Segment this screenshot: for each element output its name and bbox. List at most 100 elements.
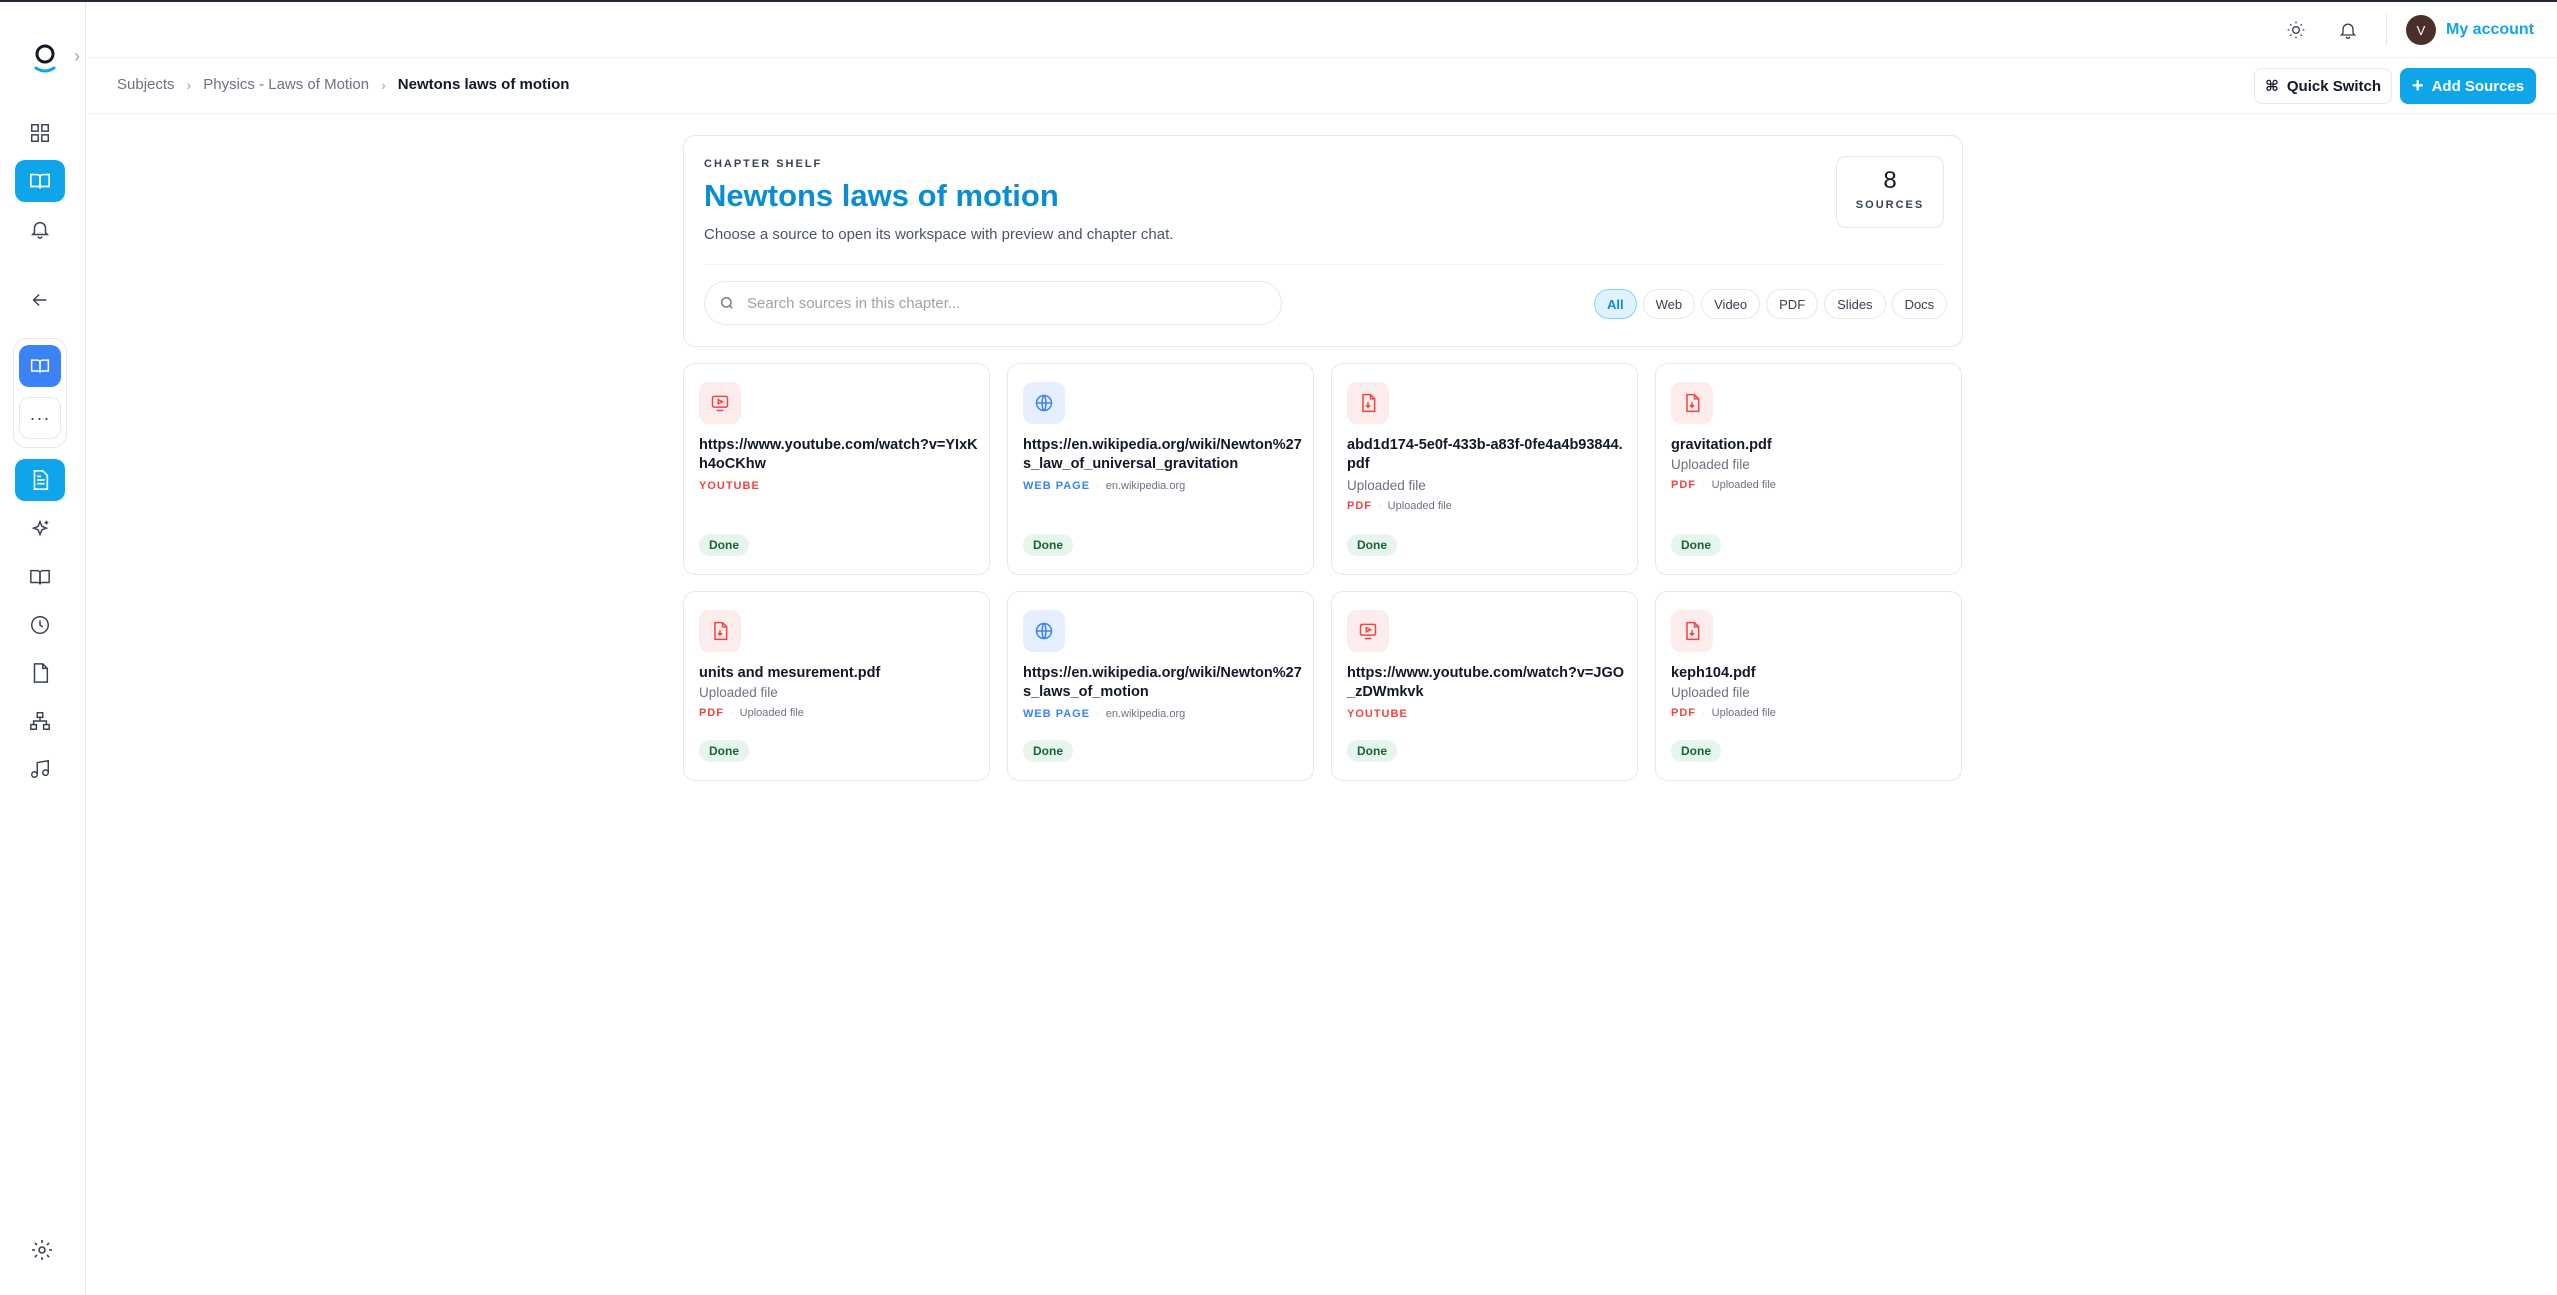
- source-card[interactable]: https://www.youtube.com/watch?v=YIxKh4oC…: [683, 363, 990, 575]
- filter-chip-all[interactable]: All: [1594, 289, 1637, 319]
- quick-switch-button[interactable]: ⌘ Quick Switch: [2254, 68, 2392, 104]
- sidebar-mindmap-button[interactable]: [15, 700, 65, 742]
- source-meta: YOUTUBE: [699, 480, 760, 492]
- grid-icon: [31, 124, 49, 142]
- source-origin: Uploaded file: [699, 685, 778, 700]
- meta-separator: ·: [1096, 708, 1100, 720]
- sidebar-current-subject-button[interactable]: [19, 345, 61, 387]
- filter-chip-video[interactable]: Video: [1701, 289, 1761, 319]
- source-type: PDF: [1347, 500, 1372, 512]
- sidebar-sources-button[interactable]: [15, 459, 65, 501]
- source-meta: PDF · Uploaded file: [1671, 707, 1776, 719]
- sidebar-ai-button[interactable]: [15, 508, 65, 550]
- pdf-icon: [1347, 382, 1389, 424]
- breadcrumb-current: Newtons laws of motion: [397, 76, 570, 93]
- panel-divider: [704, 264, 1944, 265]
- filter-chip-pdf[interactable]: PDF: [1766, 289, 1819, 319]
- source-name: https://en.wikipedia.org/wiki/Newton%27s…: [1023, 437, 1302, 472]
- sidebar-more-button[interactable]: ···: [19, 397, 61, 439]
- source-card[interactable]: https://en.wikipedia.org/wiki/Newton%27s…: [1007, 363, 1314, 575]
- source-card[interactable]: gravitation.pdf Uploaded file PDF · Uploaded…: [1655, 363, 1962, 575]
- source-count-badge: 8 SOURCES: [1836, 156, 1944, 228]
- notifications-button[interactable]: [2330, 12, 2366, 48]
- bell-icon: [2339, 23, 2357, 39]
- meta-separator: ·: [1702, 479, 1706, 491]
- book-open-icon: [30, 173, 50, 189]
- document-icon: [33, 470, 49, 490]
- sidebar: › ···: [0, 2, 86, 1295]
- source-meta: WEB PAGE · en.wikipedia.org: [1023, 480, 1185, 492]
- sidebar-back-button[interactable]: [15, 279, 65, 321]
- arrow-left-icon: [32, 293, 47, 307]
- source-meta: PDF · Uploaded file: [699, 707, 804, 719]
- chapter-eyebrow: CHAPTER SHELF: [704, 158, 823, 170]
- status-badge: Done: [1671, 740, 1721, 762]
- clock-icon: [31, 616, 49, 634]
- source-name: https://www.youtube.com/watch?v=YIxKh4oC…: [699, 437, 978, 472]
- chevron-right-icon: ›: [186, 76, 192, 93]
- sidebar-audio-button[interactable]: [15, 748, 65, 790]
- expand-sidebar-icon[interactable]: ›: [74, 46, 80, 67]
- source-count: 8: [1883, 167, 1897, 194]
- source-card[interactable]: keph104.pdf Uploaded file PDF · Uploaded fil…: [1655, 591, 1962, 781]
- sidebar-library-button[interactable]: [15, 556, 65, 598]
- source-card[interactable]: https://www.youtube.com/watch?v=JGO_zDWm…: [1331, 591, 1638, 781]
- filter-chip-docs[interactable]: Docs: [1891, 289, 1948, 319]
- status-badge: Done: [1347, 534, 1397, 556]
- status-badge: Done: [1023, 740, 1073, 762]
- sidebar-subject-group: ···: [13, 338, 67, 448]
- meta-separator: ·: [730, 707, 734, 719]
- top-bar: V My account: [86, 2, 2557, 58]
- source-origin: Uploaded file: [1347, 478, 1426, 493]
- filter-chip-slides[interactable]: Slides: [1824, 289, 1886, 319]
- sidebar-history-button[interactable]: [15, 604, 65, 646]
- add-sources-button[interactable]: + Add Sources: [2400, 68, 2536, 104]
- source-type: PDF: [699, 707, 724, 719]
- breadcrumb-subject[interactable]: Physics - Laws of Motion: [203, 76, 369, 93]
- status-badge: Done: [699, 534, 749, 556]
- account-label: My account: [2446, 21, 2535, 38]
- source-type: WEB PAGE: [1023, 708, 1091, 720]
- source-origin: Uploaded file: [1671, 457, 1750, 472]
- globe-icon: [1023, 382, 1065, 424]
- status-badge: Done: [1347, 740, 1397, 762]
- breadcrumb-subjects[interactable]: Subjects: [117, 76, 175, 93]
- pdf-icon: [1671, 382, 1713, 424]
- page-title: Newtons laws of motion: [704, 178, 1059, 213]
- pdf-icon: [1671, 610, 1713, 652]
- breadcrumb: Subjects › Physics - Laws of Motion › Ne…: [117, 76, 569, 93]
- theme-toggle-button[interactable]: [2278, 12, 2314, 48]
- source-count-label: SOURCES: [1855, 199, 1925, 211]
- sidebar-notifications-button[interactable]: [15, 208, 65, 250]
- source-name: keph104.pdf: [1671, 665, 1756, 681]
- pdf-icon: [699, 610, 741, 652]
- book-icon: [30, 569, 50, 585]
- search-input[interactable]: [747, 294, 1247, 312]
- video-icon: [1347, 610, 1389, 652]
- status-badge: Done: [699, 740, 749, 762]
- source-card[interactable]: units and mesurement.pdf Uploaded file PDF…: [683, 591, 990, 781]
- sidebar-subjects-button[interactable]: [15, 160, 65, 202]
- app-logo-icon[interactable]: [30, 40, 60, 76]
- source-subtitle: Uploaded file: [1711, 707, 1776, 719]
- source-card[interactable]: abd1d174-5e0f-433b-a83f-0fe4a4b93844.pdf…: [1331, 363, 1638, 575]
- source-card[interactable]: https://en.wikipedia.org/wiki/Newton%27s…: [1007, 591, 1314, 781]
- music-icon: [31, 759, 49, 778]
- source-subtitle: Uploaded file: [1387, 500, 1452, 512]
- source-type: YOUTUBE: [1347, 708, 1408, 720]
- sidebar-dashboard-button[interactable]: [15, 112, 65, 154]
- source-meta: YOUTUBE: [1347, 708, 1408, 720]
- page-subtitle: Choose a source to open its workspace wi…: [704, 226, 1174, 243]
- source-meta: PDF · Uploaded file: [1671, 479, 1776, 491]
- chapter-shelf-panel: CHAPTER SHELF Newtons laws of motion Cho…: [683, 135, 1963, 347]
- sidebar-notes-button[interactable]: [15, 652, 65, 694]
- settings-gear-icon[interactable]: [30, 1238, 54, 1262]
- source-meta: PDF · Uploaded file: [1347, 500, 1452, 512]
- source-name: abd1d174-5e0f-433b-a83f-0fe4a4b93844.pdf: [1347, 437, 1623, 472]
- sun-icon: [2287, 21, 2305, 39]
- command-icon: ⌘: [2264, 78, 2279, 95]
- filter-chip-web[interactable]: Web: [1642, 289, 1696, 319]
- source-origin: Uploaded file: [1671, 685, 1750, 700]
- more-icon: ···: [29, 407, 51, 428]
- account-menu[interactable]: V My account: [2406, 12, 2534, 48]
